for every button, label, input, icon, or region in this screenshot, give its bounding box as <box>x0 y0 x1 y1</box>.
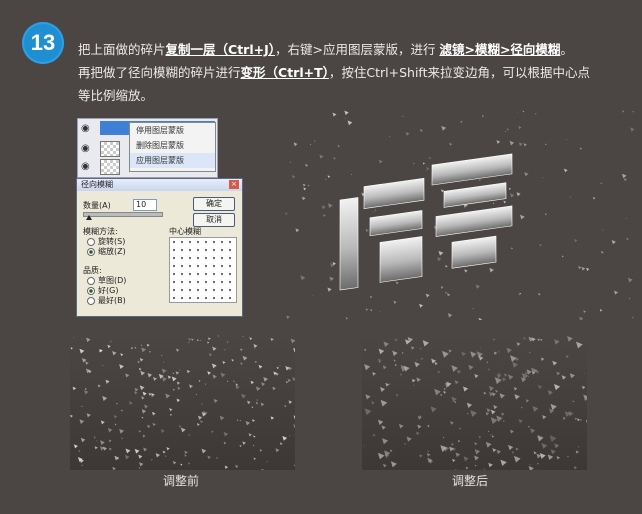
instr-1e: 。 <box>560 42 573 57</box>
slider-knob[interactable] <box>86 215 92 220</box>
close-icon[interactable]: × <box>229 180 239 189</box>
shattered-text-artwork <box>285 110 635 320</box>
radio-icon <box>87 296 95 305</box>
radio-icon <box>87 237 95 246</box>
amount-slider[interactable] <box>83 212 163 217</box>
layer-thumbnail <box>100 141 120 157</box>
instr-1c: ，右键>应用图层蒙版，进行 <box>275 42 436 57</box>
instr-2b: 变形（Ctrl+T） <box>240 65 329 80</box>
instruction-line-3: 等比例缩放。 <box>78 88 154 103</box>
blur-center-label: 中心模糊 <box>169 227 201 236</box>
radio-zoom-label: 缩放(Z) <box>98 247 126 256</box>
instr-1a: 把上面做的碎片 <box>78 42 166 57</box>
dialog-title: 径向模糊 <box>77 179 242 191</box>
blur-center-grid[interactable] <box>169 237 237 303</box>
menu-item-disable-mask[interactable]: 停用图层蒙版 <box>130 123 215 138</box>
caption-before: 调整前 <box>163 474 200 488</box>
amount-input[interactable]: 10 <box>133 199 157 211</box>
radio-icon <box>87 276 95 285</box>
eye-icon[interactable]: ◉ <box>81 143 95 154</box>
after-preview-image <box>362 335 587 470</box>
radio-spin-label: 旋转(S) <box>98 237 126 246</box>
eye-icon[interactable]: ◉ <box>81 123 95 134</box>
radio-icon <box>87 247 95 256</box>
step-number: 13 <box>30 30 56 55</box>
radio-best[interactable]: 最好(B) <box>87 295 126 306</box>
instr-1d: 滤镜>模糊>径向模糊 <box>439 42 561 57</box>
step-number-badge: 13 <box>22 22 64 64</box>
menu-item-delete-mask[interactable]: 删除图层蒙版 <box>130 138 215 153</box>
eye-icon[interactable]: ◉ <box>81 161 95 172</box>
radio-best-label: 最好(B) <box>98 296 126 305</box>
before-preview-image <box>70 335 295 470</box>
instr-1b: 复制一层（Ctrl+J） <box>165 42 275 57</box>
context-menu: 停用图层蒙版 删除图层蒙版 应用图层蒙版 <box>129 122 216 172</box>
instruction-text: 把上面做的碎片复制一层（Ctrl+J），右键>应用图层蒙版，进行 滤镜>模糊>径… <box>78 38 638 107</box>
amount-label: 数量(A) <box>83 201 111 210</box>
radial-blur-dialog: 径向模糊 × 数量(A) 10 确定 取消 模糊方法: 旋转(S) 缩放(Z) … <box>76 178 243 317</box>
instr-2c: ，按住Ctrl+Shift来拉变边角，可以根据中心点 <box>328 65 591 80</box>
layer-thumbnail <box>100 159 120 175</box>
instruction-line-1: 把上面做的碎片复制一层（Ctrl+J），右键>应用图层蒙版，进行 滤镜>模糊>径… <box>78 38 638 61</box>
caption-after: 调整后 <box>452 474 489 488</box>
ok-button[interactable]: 确定 <box>193 197 235 211</box>
radio-draft-label: 草图(D) <box>98 276 127 285</box>
instr-2a: 再把做了径向模糊的碎片进行 <box>78 65 241 80</box>
menu-item-apply-mask[interactable]: 应用图层蒙版 <box>130 153 215 168</box>
cancel-button[interactable]: 取消 <box>193 213 235 227</box>
instruction-line-2: 再把做了径向模糊的碎片进行变形（Ctrl+T），按住Ctrl+Shift来拉变边… <box>78 61 638 84</box>
radio-good-label: 好(G) <box>98 286 119 295</box>
radio-icon <box>87 286 95 295</box>
radio-zoom[interactable]: 缩放(Z) <box>87 246 126 257</box>
